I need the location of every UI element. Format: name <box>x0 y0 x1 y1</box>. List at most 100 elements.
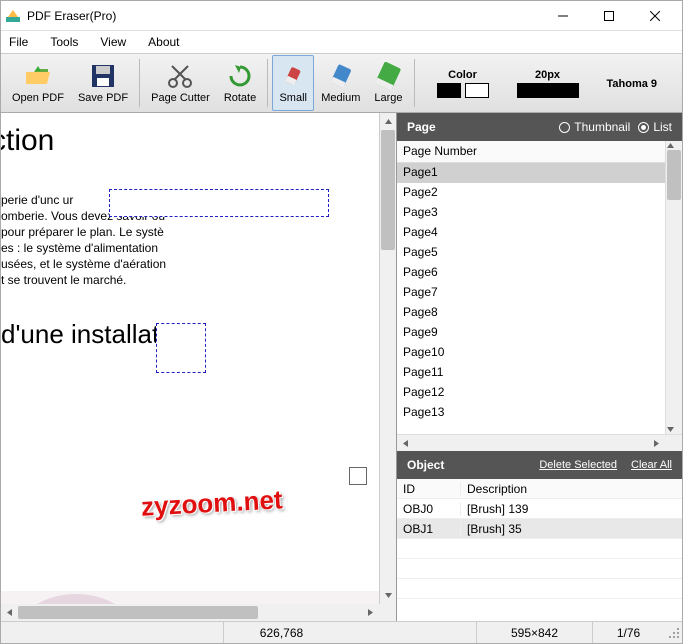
scroll-thumb[interactable] <box>18 606 258 619</box>
size-label: 20px <box>535 69 560 81</box>
list-item[interactable]: Page11 <box>397 363 665 383</box>
font-label: Tahoma 9 <box>607 78 658 90</box>
menu-tools[interactable]: Tools <box>50 35 78 49</box>
scroll-thumb[interactable] <box>667 150 681 200</box>
menu-file[interactable]: File <box>9 35 28 49</box>
page-list: Page Number Page1 Page2 Page3 Page4 Page… <box>397 141 682 434</box>
swatch-white[interactable] <box>465 83 489 98</box>
canvas-vscrollbar[interactable] <box>379 113 396 604</box>
canvas-area: ction perie d'unc ur omberie. Vous devez… <box>1 113 396 621</box>
eraser-large-button[interactable]: Large <box>367 55 409 111</box>
object-panel-title: Object <box>407 458 525 472</box>
table-row[interactable] <box>397 559 682 579</box>
document-viewport[interactable]: ction perie d'unc ur omberie. Vous devez… <box>1 113 379 604</box>
object-panel: Object Delete Selected Clear All ID Desc… <box>397 451 682 621</box>
eraser-medium-label: Medium <box>321 92 360 104</box>
page-cutter-button[interactable]: Page Cutter <box>144 55 217 111</box>
col-id[interactable]: ID <box>397 482 461 496</box>
clear-all-link[interactable]: Clear All <box>631 459 672 471</box>
table-row[interactable]: OBJ0 [Brush] 139 <box>397 499 682 519</box>
list-item[interactable]: Page5 <box>397 243 665 263</box>
folder-open-icon <box>24 62 52 90</box>
col-description[interactable]: Description <box>461 482 682 496</box>
rotate-icon <box>226 62 254 90</box>
scissors-icon <box>166 62 194 90</box>
right-panel: Page Thumbnail List Page Number Page1 Pa… <box>396 113 682 621</box>
save-pdf-label: Save PDF <box>78 92 128 104</box>
table-row[interactable] <box>397 579 682 599</box>
status-dimensions: 595×842 <box>476 622 592 643</box>
resize-grip-icon[interactable] <box>664 625 682 641</box>
view-list-radio[interactable]: List <box>638 120 672 134</box>
scroll-left-icon[interactable] <box>397 435 414 451</box>
list-item[interactable]: Page4 <box>397 223 665 243</box>
list-item[interactable]: Page6 <box>397 263 665 283</box>
color-option[interactable]: Color <box>437 69 489 98</box>
swatch-black[interactable] <box>437 83 461 98</box>
list-item[interactable]: Page7 <box>397 283 665 303</box>
toolbar-separator <box>267 59 268 107</box>
scroll-up-icon[interactable] <box>666 141 682 150</box>
eraser-large-label: Large <box>374 92 402 104</box>
scroll-thumb[interactable] <box>381 130 395 250</box>
toolbar-separator <box>414 59 415 107</box>
size-option[interactable]: 20px <box>517 69 579 98</box>
status-coords: 626,768 <box>223 622 339 643</box>
status-page: 1/76 <box>592 622 664 643</box>
minimize-button[interactable] <box>540 2 586 30</box>
delete-selected-link[interactable]: Delete Selected <box>539 459 617 471</box>
eraser-small-button[interactable]: Small <box>272 55 314 111</box>
list-item[interactable]: Page2 <box>397 183 665 203</box>
list-item[interactable]: Page3 <box>397 203 665 223</box>
rotate-label: Rotate <box>224 92 256 104</box>
close-button[interactable] <box>632 2 678 30</box>
menu-about[interactable]: About <box>148 35 179 49</box>
list-item[interactable]: Page1 <box>397 163 665 183</box>
object-grid: ID Description OBJ0 [Brush] 139 OBJ1 [Br… <box>397 479 682 621</box>
scroll-right-icon[interactable] <box>362 604 379 621</box>
checkbox-outline <box>349 467 367 485</box>
table-row[interactable] <box>397 539 682 559</box>
main-area: ction perie d'unc ur omberie. Vous devez… <box>1 113 682 621</box>
page-list-header[interactable]: Page Number <box>397 141 665 163</box>
table-row[interactable]: OBJ1 [Brush] 35 <box>397 519 682 539</box>
watermark-text: zyzoom.net <box>140 482 283 524</box>
statusbar: 626,768 595×842 1/76 <box>1 621 682 643</box>
scroll-up-icon[interactable] <box>380 113 396 130</box>
open-pdf-button[interactable]: Open PDF <box>5 55 71 111</box>
size-preview[interactable] <box>517 83 579 98</box>
scroll-left-icon[interactable] <box>1 604 18 621</box>
list-item[interactable]: Page10 <box>397 343 665 363</box>
rotate-button[interactable]: Rotate <box>217 55 263 111</box>
list-item[interactable]: Page9 <box>397 323 665 343</box>
scroll-down-icon[interactable] <box>380 587 396 604</box>
view-thumbnail-radio[interactable]: Thumbnail <box>559 120 630 134</box>
scroll-down-icon[interactable] <box>666 425 682 434</box>
list-item[interactable]: Page13 <box>397 403 665 423</box>
page-panel-title: Page <box>407 120 551 134</box>
pdf-page: ction perie d'unc ur omberie. Vous devez… <box>1 113 379 604</box>
pagelist-hscrollbar[interactable] <box>397 434 682 451</box>
menu-view[interactable]: View <box>100 35 126 49</box>
eraser-large-icon <box>374 62 402 90</box>
maximize-button[interactable] <box>586 2 632 30</box>
font-option[interactable]: Tahoma 9 <box>607 69 658 90</box>
open-pdf-label: Open PDF <box>12 92 64 104</box>
pagelist-vscrollbar[interactable] <box>665 141 682 434</box>
object-grid-header[interactable]: ID Description <box>397 479 682 499</box>
canvas-hscrollbar[interactable] <box>1 604 379 621</box>
doc-illustration <box>1 581 379 604</box>
eraser-medium-button[interactable]: Medium <box>314 55 367 111</box>
list-item[interactable]: Page8 <box>397 303 665 323</box>
toolbar-separator <box>139 59 140 107</box>
save-pdf-button[interactable]: Save PDF <box>71 55 135 111</box>
color-label: Color <box>448 69 477 81</box>
window-title: PDF Eraser(Pro) <box>27 9 540 23</box>
scroll-right-icon[interactable] <box>648 435 665 451</box>
erase-region-active[interactable] <box>156 323 206 373</box>
toolbar: Open PDF Save PDF Page Cutter Rotate Sma… <box>1 53 682 113</box>
eraser-small-icon <box>279 62 307 90</box>
list-item[interactable]: Page12 <box>397 383 665 403</box>
erase-region[interactable] <box>109 189 329 217</box>
app-icon <box>5 8 21 24</box>
